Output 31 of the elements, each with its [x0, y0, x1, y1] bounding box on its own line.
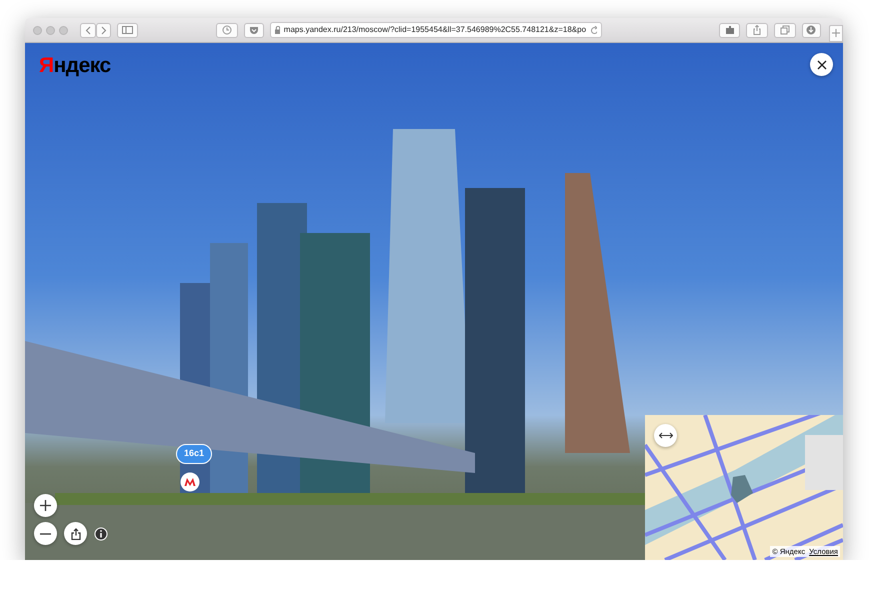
- sidebar-button[interactable]: [117, 22, 138, 38]
- tabs-icon: [780, 25, 790, 35]
- lock-icon: [275, 26, 280, 34]
- close-icon: [816, 60, 826, 70]
- address-bar[interactable]: maps.yandex.ru/213/moscow/?clid=1955454&ll=37.546989%2C55.748121&z=18&po: [270, 22, 602, 38]
- pocket-icon: [248, 26, 259, 34]
- plus-icon: [40, 500, 51, 511]
- tabs-button[interactable]: [774, 22, 796, 38]
- yandex-logo[interactable]: Яндекс: [39, 55, 111, 76]
- sidebar-icon: [122, 26, 134, 34]
- share-icon: [753, 25, 762, 35]
- minus-icon: [40, 532, 51, 534]
- forward-icon: [100, 26, 107, 34]
- download-icon: [806, 25, 816, 35]
- history-button[interactable]: [216, 22, 238, 38]
- plus-icon: [832, 29, 840, 37]
- puzzle-icon: [724, 25, 735, 35]
- reload-icon[interactable]: [590, 26, 597, 34]
- horizontal-arrows-icon: [658, 432, 672, 439]
- back-button[interactable]: [80, 22, 96, 38]
- pocket-button[interactable]: [244, 22, 264, 38]
- extension-button[interactable]: [718, 22, 740, 38]
- forward-button[interactable]: [96, 22, 112, 38]
- back-icon: [84, 26, 91, 34]
- clock-icon: [222, 25, 232, 35]
- url-text: maps.yandex.ru/213/moscow/?clid=1955454&ll=37.546989%2C55.748121&z=18&po: [284, 24, 586, 36]
- close-button[interactable]: [810, 53, 833, 76]
- share-icon: [70, 528, 80, 540]
- new-tab-button[interactable]: [829, 24, 843, 42]
- download-button[interactable]: [802, 22, 822, 38]
- metro-icon[interactable]: [180, 472, 200, 492]
